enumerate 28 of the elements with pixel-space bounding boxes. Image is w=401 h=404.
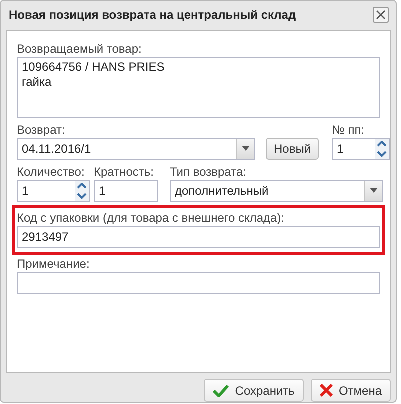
multiplicity-field[interactable]: 1 bbox=[94, 180, 158, 202]
close-button[interactable] bbox=[373, 7, 389, 24]
dropdown-arrow-icon bbox=[242, 146, 250, 152]
field-label: Код с упаковки (для товара с внешнего склада): bbox=[17, 210, 286, 226]
number-spinner[interactable]: 1 bbox=[332, 138, 390, 160]
spinner-arrows-icon[interactable] bbox=[75, 180, 89, 201]
field-label: Возвращаемый товар: bbox=[17, 42, 143, 57]
field-label: Кратность: bbox=[94, 164, 155, 180]
return-dropdown[interactable]: 04.11.2016/1 bbox=[17, 138, 255, 160]
checkmark-icon bbox=[213, 384, 230, 396]
note-field[interactable] bbox=[17, 272, 380, 294]
quantity-spinner[interactable]: 1 bbox=[17, 180, 90, 202]
new-button[interactable]: Новый bbox=[266, 138, 320, 160]
window-title: Новая позиция возврата на центральный склад bbox=[9, 8, 296, 22]
close-icon bbox=[376, 10, 386, 20]
cross-icon bbox=[320, 384, 333, 397]
cancel-button[interactable]: Отмена bbox=[310, 379, 391, 402]
dropdown-arrow-icon bbox=[370, 188, 378, 194]
save-button[interactable]: Сохранить bbox=[204, 379, 304, 402]
field-label: Возврат: bbox=[17, 122, 66, 138]
package-code-field[interactable]: 2913497 bbox=[17, 226, 380, 248]
field-label: № пп: bbox=[332, 122, 366, 138]
field-label: Тип возврата: bbox=[170, 164, 248, 180]
return-type-dropdown[interactable]: дополнительный bbox=[170, 180, 383, 202]
field-label: Количество: bbox=[17, 164, 86, 180]
spinner-arrows-icon[interactable] bbox=[375, 138, 390, 159]
field-label: Примечание: bbox=[17, 256, 91, 272]
product-textarea[interactable]: 109664756 / HANS PRIES гайка bbox=[17, 56, 380, 118]
